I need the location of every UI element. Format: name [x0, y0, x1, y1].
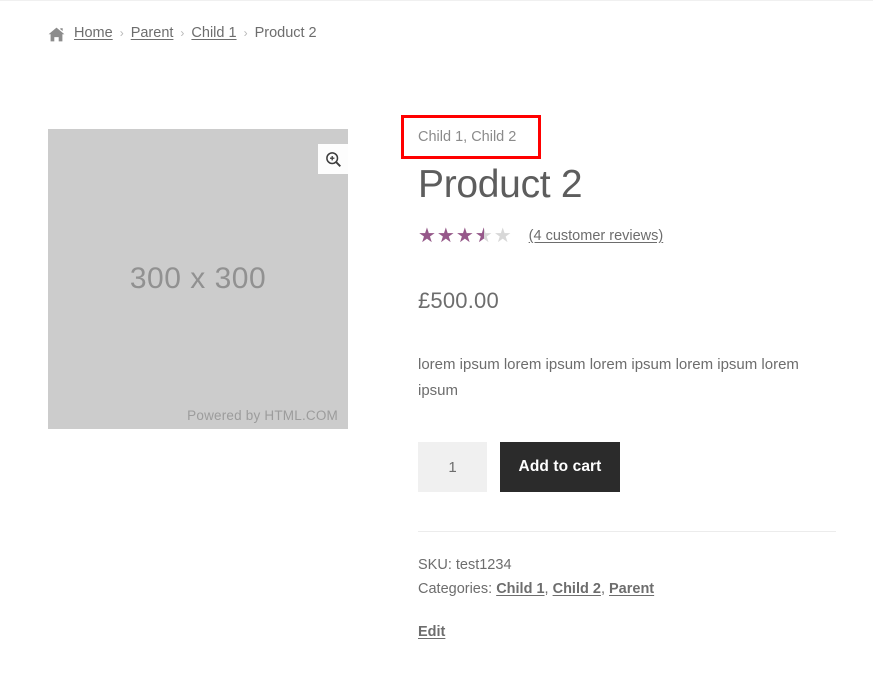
sku-label: SKU: [418, 557, 452, 574]
rating-row: ★★★★★ ★★★★★ (4 customer reviews) [418, 226, 836, 246]
magnifier-plus-icon [325, 151, 342, 168]
page-title: Product 2 [418, 163, 583, 206]
product-categories-line: Child 1, Child 2 [418, 129, 517, 145]
product-price: £500.00 [418, 287, 499, 313]
placeholder-credit-label: Powered by HTML.COM [187, 408, 338, 423]
zoom-button[interactable] [318, 144, 348, 174]
breadcrumb-separator: › [180, 26, 185, 40]
product-short-description: lorem ipsum lorem ipsum lorem ipsum lore… [418, 355, 799, 400]
placeholder-dimensions-label: 300 x 300 [129, 262, 267, 295]
add-to-cart-button[interactable]: Add to cart [500, 442, 620, 493]
product-summary: Child 1, Child 2 Product 2 ★★★★★ ★★★★★ (… [401, 115, 836, 645]
add-to-cart-form: Add to cart [418, 442, 836, 493]
category-separator: , [600, 580, 609, 597]
breadcrumb-item-current: Product 2 [254, 25, 317, 41]
breadcrumb-separator: › [243, 26, 248, 40]
meta-divider [418, 531, 836, 533]
product-image-placeholder[interactable]: 300 x 300 Powered by HTML.COM [48, 129, 348, 429]
breadcrumb-item-parent[interactable]: Parent [131, 25, 174, 41]
quantity-input[interactable] [418, 442, 487, 493]
category-link-child-1[interactable]: Child 1 [496, 581, 544, 597]
category-separator: , [544, 580, 553, 597]
categories-label: Categories: [418, 580, 493, 597]
category-link-parent[interactable]: Parent [609, 581, 654, 597]
product-gallery: 300 x 300 Powered by HTML.COM [48, 129, 348, 429]
sku-row: SKU: test1234 [418, 554, 836, 577]
edit-product-link[interactable]: Edit [418, 621, 445, 644]
category-link-child-2[interactable]: Child 2 [553, 581, 601, 597]
customer-reviews-link[interactable]: (4 customer reviews) [529, 228, 664, 244]
home-icon [48, 27, 65, 42]
breadcrumb-separator: › [119, 26, 124, 40]
breadcrumb: Home › Parent › Child 1 › Product 2 [48, 25, 317, 41]
product-meta: SKU: test1234 Categories: Child 1, Child… [418, 554, 836, 644]
categories-row: Categories: Child 1, Child 2, Parent [418, 578, 836, 601]
star-rating-filled: ★★★★★ [418, 225, 484, 246]
sku-value: test1234 [455, 557, 512, 574]
star-rating[interactable]: ★★★★★ ★★★★★ [418, 226, 513, 246]
breadcrumb-item-child-1[interactable]: Child 1 [191, 25, 236, 41]
breadcrumb-item-home[interactable]: Home [74, 25, 113, 41]
